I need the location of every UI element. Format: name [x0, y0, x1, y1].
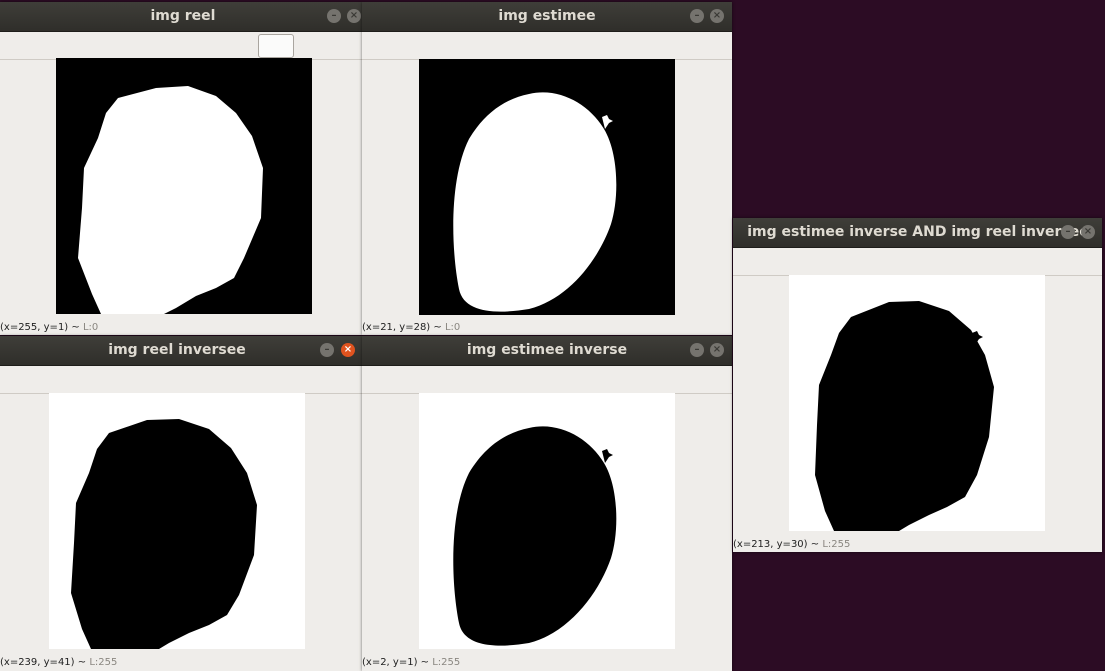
status-bar: (x=239, y=41) ~ L:255	[0, 657, 117, 668]
window-img-estimee-inverse[interactable]: img estimee inverse – × (x=2, y=1) ~ L:2…	[362, 336, 732, 671]
status-coords: (x=21, y=28) ~	[362, 322, 442, 333]
status-bar: (x=213, y=30) ~ L:255	[733, 539, 850, 550]
minimize-icon[interactable]: –	[690, 343, 704, 357]
status-value: L:0	[82, 322, 99, 333]
status-value: L:255	[822, 539, 851, 550]
toolbar	[733, 248, 1102, 276]
close-icon[interactable]: ×	[710, 343, 724, 357]
status-bar: (x=2, y=1) ~ L:255	[362, 657, 460, 668]
image-canvas[interactable]	[56, 58, 312, 314]
close-icon[interactable]: ×	[1081, 225, 1095, 239]
window-img-and[interactable]: img estimee inverse AND img reel inverse…	[733, 218, 1102, 552]
image-canvas[interactable]	[419, 393, 675, 649]
window-title: img estimee inverse	[466, 342, 628, 358]
status-coords: (x=239, y=41) ~	[0, 657, 87, 668]
window-img-reel-inversee[interactable]: img reel inversee – × (x=239, y=41) ~ L:…	[0, 336, 362, 671]
minimize-icon[interactable]: –	[690, 9, 704, 23]
status-value: L:0	[444, 322, 461, 333]
toolbar	[0, 366, 362, 394]
close-icon[interactable]: ×	[341, 343, 355, 357]
status-coords: (x=2, y=1) ~	[362, 657, 430, 668]
toolbar-button[interactable]	[258, 34, 294, 58]
minimize-icon[interactable]: –	[320, 343, 334, 357]
toolbar	[362, 366, 732, 394]
window-img-reel[interactable]: img reel – × (x=255, y=1) ~ L:0	[0, 2, 362, 335]
close-icon[interactable]: ×	[710, 9, 724, 23]
blob-shape	[453, 426, 617, 646]
blob-shape	[71, 419, 257, 649]
window-title: img estimee	[498, 8, 596, 24]
minimize-icon[interactable]: –	[1061, 225, 1075, 239]
close-icon[interactable]: ×	[347, 9, 361, 23]
titlebar[interactable]: img estimee – ×	[362, 2, 732, 32]
window-title: img reel inversee	[108, 342, 246, 358]
titlebar[interactable]: img estimee inverse AND img reel inverse…	[733, 218, 1102, 248]
status-bar: (x=21, y=28) ~ L:0	[362, 322, 460, 333]
image-canvas[interactable]	[49, 393, 305, 649]
image-canvas[interactable]	[789, 275, 1045, 531]
window-title: img estimee inverse AND img reel inverse…	[747, 224, 1089, 240]
titlebar[interactable]: img reel inversee – ×	[0, 336, 362, 366]
blob-shape	[815, 301, 994, 531]
window-img-estimee[interactable]: img estimee – × (x=21, y=28) ~ L:0	[362, 2, 732, 335]
window-title: img reel	[150, 8, 216, 24]
titlebar[interactable]: img estimee inverse – ×	[362, 336, 732, 366]
titlebar[interactable]: img reel – ×	[0, 2, 362, 32]
blob-shape	[78, 86, 263, 314]
toolbar	[362, 32, 732, 60]
status-bar: (x=255, y=1) ~ L:0	[0, 322, 98, 333]
status-value: L:255	[89, 657, 118, 668]
toolbar	[0, 32, 362, 60]
minimize-icon[interactable]: –	[327, 9, 341, 23]
status-value: L:255	[432, 657, 461, 668]
status-coords: (x=255, y=1) ~	[0, 322, 80, 333]
blob-shape	[453, 92, 617, 312]
image-canvas[interactable]	[419, 59, 675, 315]
status-coords: (x=213, y=30) ~	[733, 539, 820, 550]
